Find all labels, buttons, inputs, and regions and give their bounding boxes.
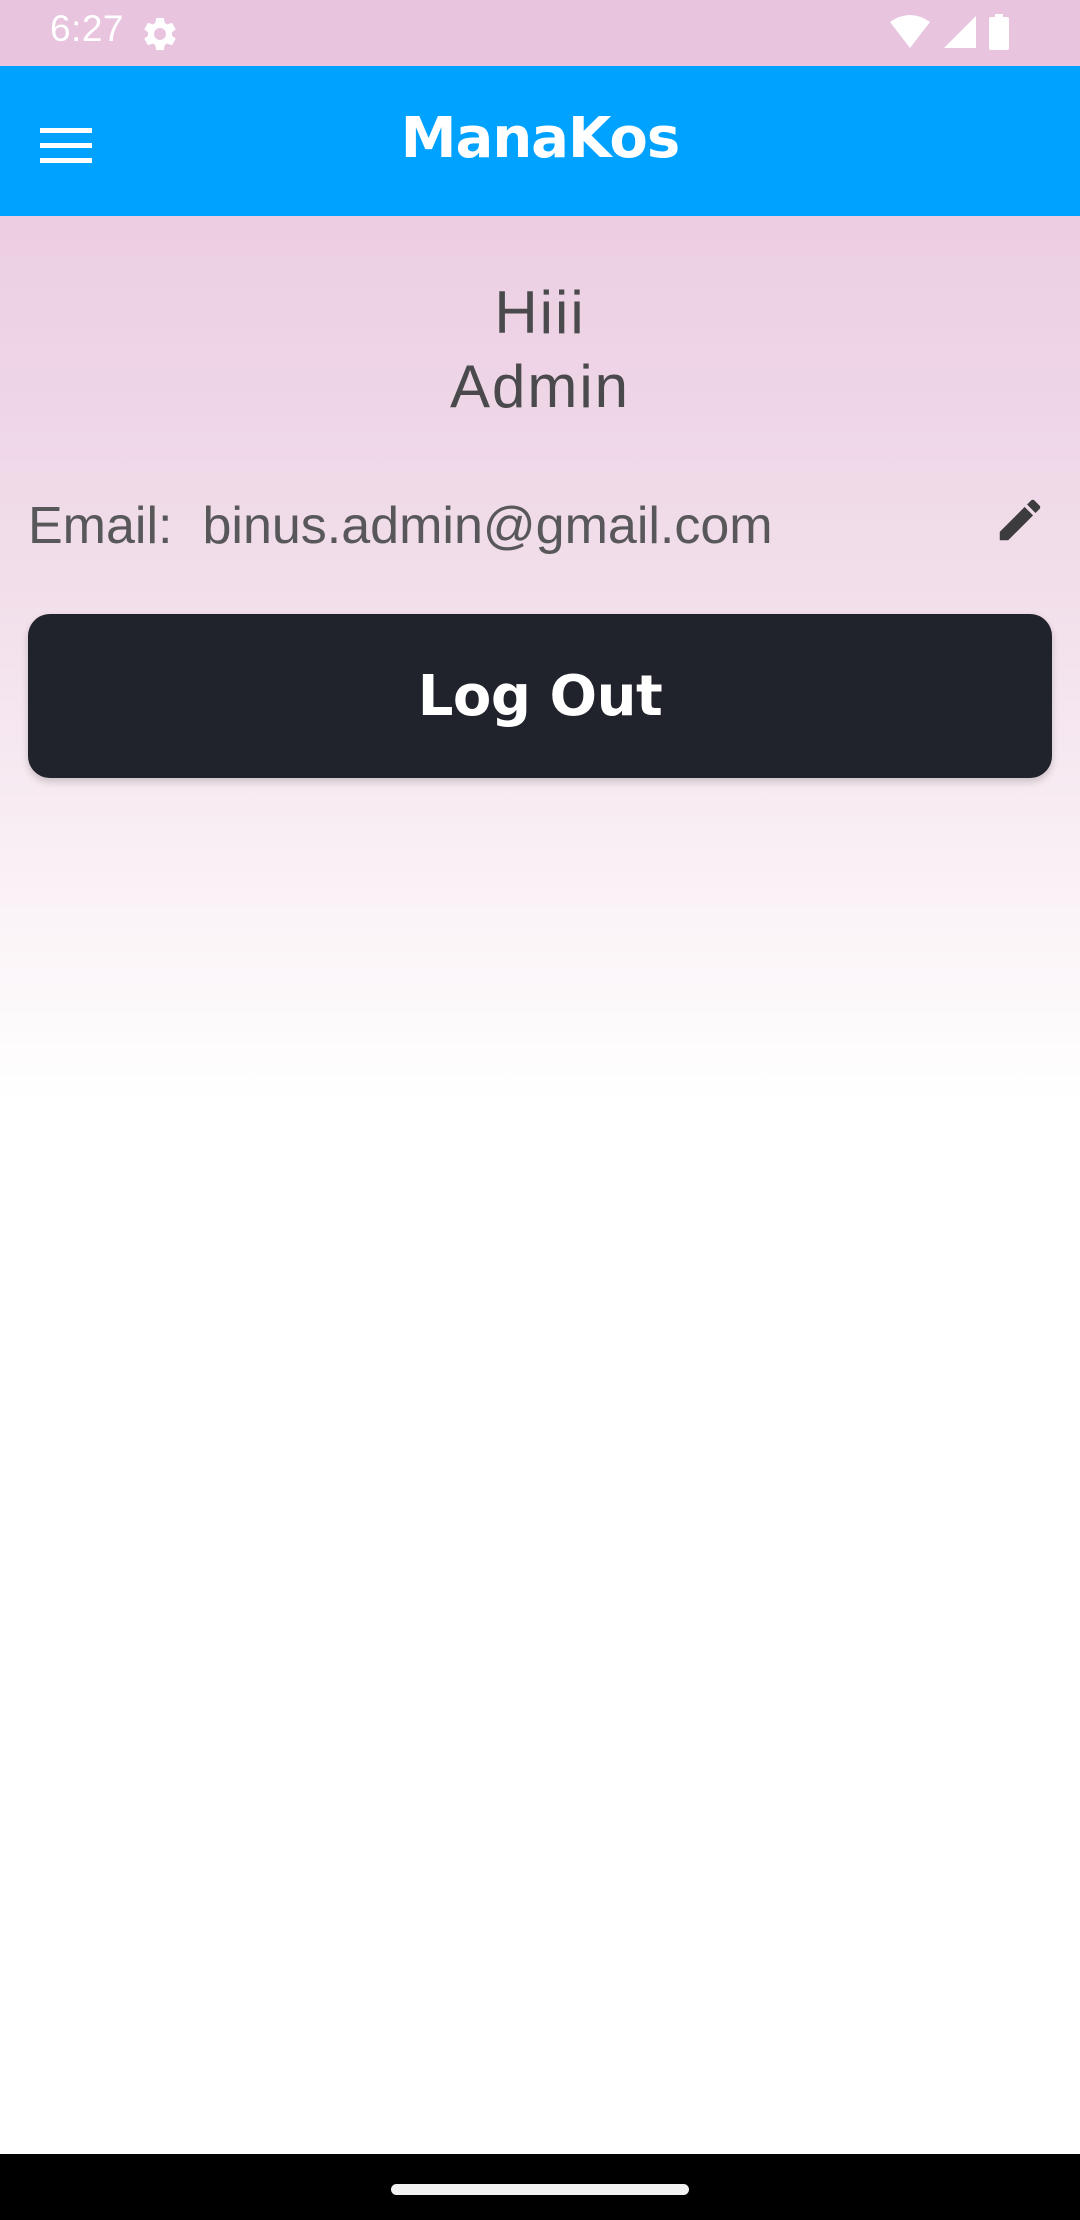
wifi-icon xyxy=(890,14,930,50)
email-value: binus.admin@gmail.com xyxy=(202,497,773,555)
status-icons xyxy=(890,14,1010,50)
greeting-username: Admin xyxy=(449,353,631,420)
home-gesture-handle[interactable] xyxy=(391,2184,689,2195)
logout-button[interactable]: Log Out xyxy=(28,614,1052,778)
signal-icon xyxy=(942,14,976,50)
app-bar: ManaKos xyxy=(0,66,1080,216)
email-label: Email: xyxy=(28,497,173,555)
battery-icon xyxy=(988,14,1010,50)
greeting-line: Hiii xyxy=(494,279,586,346)
status-bar: 6:27 xyxy=(0,0,1080,66)
greeting: Hiii Admin xyxy=(0,276,1080,424)
navigation-bar xyxy=(0,2154,1080,2220)
email-row: Email: binus.admin@gmail.com xyxy=(28,486,1058,566)
settings-icon xyxy=(140,14,180,54)
app-title: ManaKos xyxy=(400,106,680,171)
status-time: 6:27 xyxy=(50,8,125,49)
edit-email-button[interactable] xyxy=(960,486,1080,566)
pencil-icon xyxy=(993,493,1047,560)
